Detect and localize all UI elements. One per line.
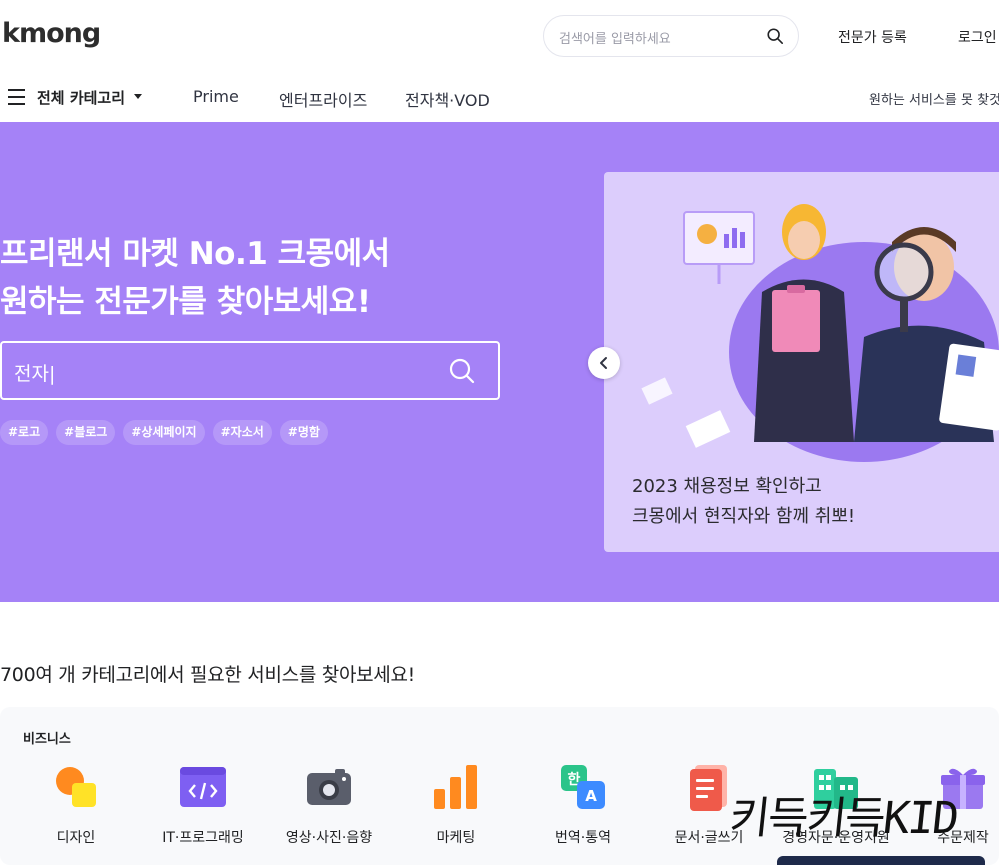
banner-illustration [641,204,999,462]
watermark-overlay: 키득키득KID [726,793,960,844]
hero-banner[interactable]: 2023 채용정보 확인하고 크몽에서 현직자와 함께 취뽀! [604,172,999,552]
category-label: IT·프로그래밍 [162,830,244,846]
search-icon[interactable] [766,27,784,45]
translate-icon: 한 A [561,765,605,809]
header-search-input[interactable]: 검색어를 입력하세요 [543,15,799,57]
caret-down-icon[interactable] [134,94,142,99]
all-categories-button[interactable]: 전체 카테고리 [37,87,125,108]
tag-detail-page[interactable]: #상세페이지 [123,420,205,445]
hero-title-line1: 프리랜서 마켓 No.1 크몽에서 [0,236,390,272]
main-nav: 전체 카테고리 Prime 엔터프라이즈 전자책·VOD 원하는 서비스를 못 … [0,72,999,122]
hero-title: 프리랜서 마켓 No.1 크몽에서 원하는 전문가를 찾아보세요! [0,230,390,326]
category-group-title: 비즈니스 [23,732,71,747]
category-label: 마케팅 [436,830,476,846]
tag-blog[interactable]: #블로그 [56,420,116,445]
nav-item-enterprise[interactable]: 엔터프라이즈 [279,87,367,111]
category-label: 번역·통역 [555,830,611,846]
hero-search-value: 전자| [14,363,56,385]
top-header: kmong 검색어를 입력하세요 전문가 등록 로그인 [0,0,999,72]
category-label: 디자인 [56,830,96,846]
login-link[interactable]: 로그인 [958,27,997,47]
nav-item-ebook-vod[interactable]: 전자책·VOD [405,87,490,111]
banner-caption: 2023 채용정보 확인하고 크몽에서 현직자와 함께 취뽀! [632,472,855,532]
category-video-photo-audio[interactable]: 영상·사진·음향 [269,763,389,858]
category-marketing[interactable]: 마케팅 [396,763,516,858]
category-design[interactable]: 디자인 [16,763,136,858]
header-search-placeholder: 검색어를 입력하세요 [559,32,671,47]
hero-section: 프리랜서 마켓 No.1 크몽에서 원하는 전문가를 찾아보세요! 전자| #로… [0,122,999,602]
svg-text:A: A [585,787,597,805]
tag-logo[interactable]: #로고 [0,420,49,445]
banner-caption-line1: 2023 채용정보 확인하고 [632,476,822,497]
request-service-link[interactable]: 원하는 서비스를 못 찾것 [869,89,999,108]
chevron-left-icon [600,357,607,369]
search-icon[interactable] [448,357,476,385]
kmong-logo[interactable]: kmong [2,18,101,49]
expert-register-link[interactable]: 전문가 등록 [838,27,907,47]
hamburger-icon[interactable] [8,89,26,105]
camera-icon [307,769,351,805]
tag-business-card[interactable]: #명함 [279,420,328,445]
tag-cover-letter[interactable]: #자소서 [212,420,272,445]
slide-prev-button[interactable] [588,347,620,379]
category-label: 영상·사진·음향 [285,830,373,846]
category-translation[interactable]: 한 A 번역·통역 [523,763,643,858]
popular-tags: #로고 #블로그 #상세페이지 #자소서 #명함 [0,420,328,445]
document-icon [690,765,727,811]
hero-search-input[interactable]: 전자| [0,341,500,400]
floating-button-edge[interactable] [777,856,985,865]
design-icon [56,767,96,807]
nav-item-prime[interactable]: Prime [193,87,239,106]
banner-caption-line2: 크몽에서 현직자와 함께 취뽀! [632,506,856,527]
hero-title-line2: 원하는 전문가를 찾아보세요! [0,284,371,320]
category-section-title: 700여 개 카테고리에서 필요한 서비스를 찾아보세요! [0,664,415,686]
code-icon [180,767,226,807]
bar-chart-icon [434,765,477,809]
category-it-programming[interactable]: IT·프로그래밍 [143,763,263,858]
